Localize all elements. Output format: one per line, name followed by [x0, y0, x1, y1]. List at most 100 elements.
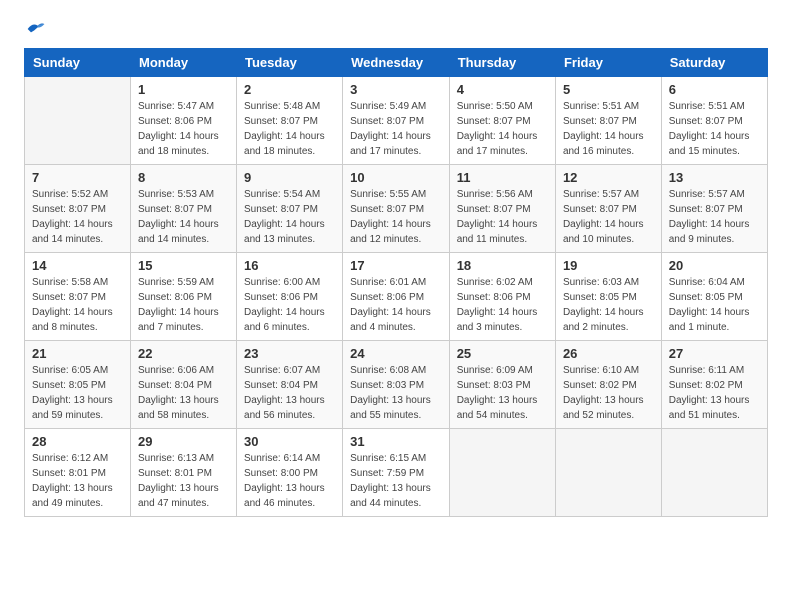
calendar-day-cell: 31Sunrise: 6:15 AM Sunset: 7:59 PM Dayli… — [343, 429, 450, 517]
day-number: 16 — [244, 258, 335, 273]
calendar-day-cell: 8 Sunrise: 5:53 AM Sunset: 8:07 PM Daylig… — [130, 165, 236, 253]
day-info: Sunrise: 6:07 AM Sunset: 8:04 PM Dayligh… — [244, 363, 335, 423]
calendar-day-cell: 23 Sunrise: 6:07 AM Sunset: 8:04 PM Dayli… — [237, 341, 343, 429]
day-info: Sunrise: 5:58 AM Sunset: 8:07 PM Dayligh… — [32, 275, 123, 335]
day-number: 14 — [32, 258, 123, 273]
day-info: Sunrise: 5:52 AM Sunset: 8:07 PM Dayligh… — [32, 187, 123, 247]
calendar-week-row: 7 Sunrise: 5:52 AM Sunset: 8:07 PM Daylig… — [25, 165, 768, 253]
day-info: Sunrise: 5:54 AM Sunset: 8:07 PM Dayligh… — [244, 187, 335, 247]
day-number: 4 — [457, 82, 548, 97]
day-number: 25 — [457, 346, 548, 361]
calendar-day-cell: 9 Sunrise: 5:54 AM Sunset: 8:07 PM Daylig… — [237, 165, 343, 253]
calendar-day-cell: 29 Sunrise: 6:13 AM Sunset: 8:01 PM Dayli… — [130, 429, 236, 517]
calendar-day-cell: 5 Sunrise: 5:51 AM Sunset: 8:07 PM Daylig… — [555, 77, 661, 165]
calendar-day-cell — [661, 429, 767, 517]
day-number: 21 — [32, 346, 123, 361]
day-info: Sunrise: 6:09 AM Sunset: 8:03 PM Dayligh… — [457, 363, 548, 423]
logo-bird-icon — [26, 20, 46, 38]
calendar-day-cell: 13 Sunrise: 5:57 AM Sunset: 8:07 PM Dayli… — [661, 165, 767, 253]
day-info: Sunrise: 5:48 AM Sunset: 8:07 PM Dayligh… — [244, 99, 335, 159]
day-number: 24 — [350, 346, 442, 361]
day-number: 13 — [669, 170, 760, 185]
day-number: 6 — [669, 82, 760, 97]
day-number: 29 — [138, 434, 229, 449]
logo — [24, 20, 46, 38]
calendar-day-cell — [25, 77, 131, 165]
day-number: 18 — [457, 258, 548, 273]
calendar-day-cell: 6 Sunrise: 5:51 AM Sunset: 8:07 PM Daylig… — [661, 77, 767, 165]
calendar-day-cell: 3 Sunrise: 5:49 AM Sunset: 8:07 PM Daylig… — [343, 77, 450, 165]
day-info: Sunrise: 5:50 AM Sunset: 8:07 PM Dayligh… — [457, 99, 548, 159]
day-number: 30 — [244, 434, 335, 449]
weekday-header-monday: Monday — [130, 49, 236, 77]
calendar-day-cell: 2Sunrise: 5:48 AM Sunset: 8:07 PM Daylig… — [237, 77, 343, 165]
day-number: 20 — [669, 258, 760, 273]
day-number: 22 — [138, 346, 229, 361]
calendar-day-cell: 11 Sunrise: 5:56 AM Sunset: 8:07 PM Dayli… — [449, 165, 555, 253]
weekday-header-saturday: Saturday — [661, 49, 767, 77]
weekday-header-wednesday: Wednesday — [343, 49, 450, 77]
day-number: 26 — [563, 346, 654, 361]
day-info: Sunrise: 5:49 AM Sunset: 8:07 PM Dayligh… — [350, 99, 442, 159]
calendar-day-cell: 28Sunrise: 6:12 AM Sunset: 8:01 PM Dayli… — [25, 429, 131, 517]
day-number: 12 — [563, 170, 654, 185]
day-info: Sunrise: 5:57 AM Sunset: 8:07 PM Dayligh… — [669, 187, 760, 247]
calendar-day-cell: 14 Sunrise: 5:58 AM Sunset: 8:07 PM Dayli… — [25, 253, 131, 341]
calendar-day-cell: 26Sunrise: 6:10 AM Sunset: 8:02 PM Dayli… — [555, 341, 661, 429]
day-number: 3 — [350, 82, 442, 97]
calendar-day-cell: 7 Sunrise: 5:52 AM Sunset: 8:07 PM Daylig… — [25, 165, 131, 253]
calendar-day-cell: 1 Sunrise: 5:47 AM Sunset: 8:06 PM Daylig… — [130, 77, 236, 165]
day-info: Sunrise: 5:51 AM Sunset: 8:07 PM Dayligh… — [563, 99, 654, 159]
page-header — [24, 20, 768, 38]
calendar-header-row: SundayMondayTuesdayWednesdayThursdayFrid… — [25, 49, 768, 77]
day-info: Sunrise: 6:11 AM Sunset: 8:02 PM Dayligh… — [669, 363, 760, 423]
day-info: Sunrise: 5:57 AM Sunset: 8:07 PM Dayligh… — [563, 187, 654, 247]
day-info: Sunrise: 6:02 AM Sunset: 8:06 PM Dayligh… — [457, 275, 548, 335]
day-number: 23 — [244, 346, 335, 361]
day-number: 8 — [138, 170, 229, 185]
calendar-day-cell: 18 Sunrise: 6:02 AM Sunset: 8:06 PM Dayli… — [449, 253, 555, 341]
calendar-day-cell: 30 Sunrise: 6:14 AM Sunset: 8:00 PM Dayli… — [237, 429, 343, 517]
weekday-header-tuesday: Tuesday — [237, 49, 343, 77]
weekday-header-thursday: Thursday — [449, 49, 555, 77]
calendar-day-cell: 10Sunrise: 5:55 AM Sunset: 8:07 PM Dayli… — [343, 165, 450, 253]
calendar-week-row: 1 Sunrise: 5:47 AM Sunset: 8:06 PM Daylig… — [25, 77, 768, 165]
calendar-day-cell: 20 Sunrise: 6:04 AM Sunset: 8:05 PM Dayli… — [661, 253, 767, 341]
calendar-week-row: 28Sunrise: 6:12 AM Sunset: 8:01 PM Dayli… — [25, 429, 768, 517]
day-info: Sunrise: 5:47 AM Sunset: 8:06 PM Dayligh… — [138, 99, 229, 159]
day-info: Sunrise: 6:03 AM Sunset: 8:05 PM Dayligh… — [563, 275, 654, 335]
calendar-week-row: 14 Sunrise: 5:58 AM Sunset: 8:07 PM Dayli… — [25, 253, 768, 341]
day-number: 7 — [32, 170, 123, 185]
day-info: Sunrise: 6:05 AM Sunset: 8:05 PM Dayligh… — [32, 363, 123, 423]
day-info: Sunrise: 6:00 AM Sunset: 8:06 PM Dayligh… — [244, 275, 335, 335]
day-number: 5 — [563, 82, 654, 97]
day-number: 9 — [244, 170, 335, 185]
calendar-day-cell: 19Sunrise: 6:03 AM Sunset: 8:05 PM Dayli… — [555, 253, 661, 341]
calendar-day-cell: 4 Sunrise: 5:50 AM Sunset: 8:07 PM Daylig… — [449, 77, 555, 165]
calendar-day-cell — [555, 429, 661, 517]
day-info: Sunrise: 6:08 AM Sunset: 8:03 PM Dayligh… — [350, 363, 442, 423]
day-info: Sunrise: 6:04 AM Sunset: 8:05 PM Dayligh… — [669, 275, 760, 335]
day-info: Sunrise: 6:06 AM Sunset: 8:04 PM Dayligh… — [138, 363, 229, 423]
day-info: Sunrise: 6:14 AM Sunset: 8:00 PM Dayligh… — [244, 451, 335, 511]
calendar-day-cell: 22 Sunrise: 6:06 AM Sunset: 8:04 PM Dayli… — [130, 341, 236, 429]
calendar-day-cell: 12 Sunrise: 5:57 AM Sunset: 8:07 PM Dayli… — [555, 165, 661, 253]
day-info: Sunrise: 5:51 AM Sunset: 8:07 PM Dayligh… — [669, 99, 760, 159]
calendar-day-cell: 24 Sunrise: 6:08 AM Sunset: 8:03 PM Dayli… — [343, 341, 450, 429]
day-info: Sunrise: 5:53 AM Sunset: 8:07 PM Dayligh… — [138, 187, 229, 247]
day-number: 1 — [138, 82, 229, 97]
day-info: Sunrise: 5:56 AM Sunset: 8:07 PM Dayligh… — [457, 187, 548, 247]
day-info: Sunrise: 6:12 AM Sunset: 8:01 PM Dayligh… — [32, 451, 123, 511]
day-number: 17 — [350, 258, 442, 273]
day-number: 11 — [457, 170, 548, 185]
weekday-header-friday: Friday — [555, 49, 661, 77]
day-info: Sunrise: 6:13 AM Sunset: 8:01 PM Dayligh… — [138, 451, 229, 511]
calendar-day-cell: 21 Sunrise: 6:05 AM Sunset: 8:05 PM Dayli… — [25, 341, 131, 429]
day-info: Sunrise: 6:01 AM Sunset: 8:06 PM Dayligh… — [350, 275, 442, 335]
day-info: Sunrise: 5:59 AM Sunset: 8:06 PM Dayligh… — [138, 275, 229, 335]
day-info: Sunrise: 5:55 AM Sunset: 8:07 PM Dayligh… — [350, 187, 442, 247]
calendar-day-cell: 25 Sunrise: 6:09 AM Sunset: 8:03 PM Dayli… — [449, 341, 555, 429]
calendar-day-cell: 17 Sunrise: 6:01 AM Sunset: 8:06 PM Dayli… — [343, 253, 450, 341]
calendar-day-cell: 15Sunrise: 5:59 AM Sunset: 8:06 PM Dayli… — [130, 253, 236, 341]
calendar-day-cell — [449, 429, 555, 517]
